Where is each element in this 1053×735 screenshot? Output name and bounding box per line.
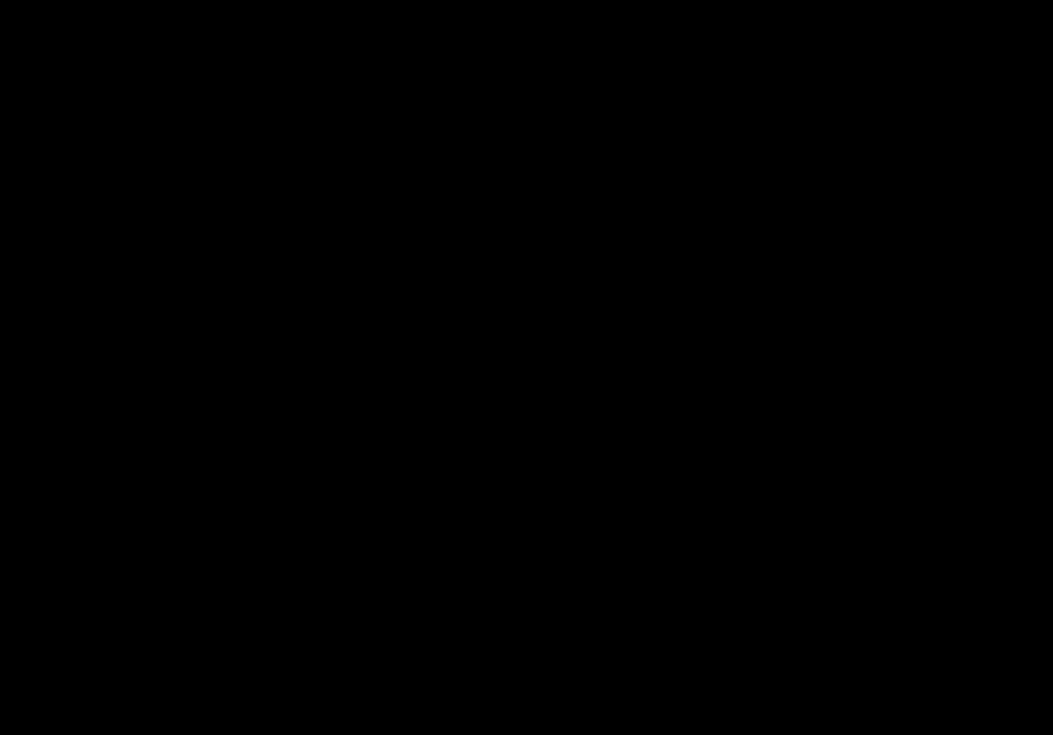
- chart-canvas[interactable]: [0, 0, 1053, 735]
- trading-chart-window: [0, 0, 1053, 735]
